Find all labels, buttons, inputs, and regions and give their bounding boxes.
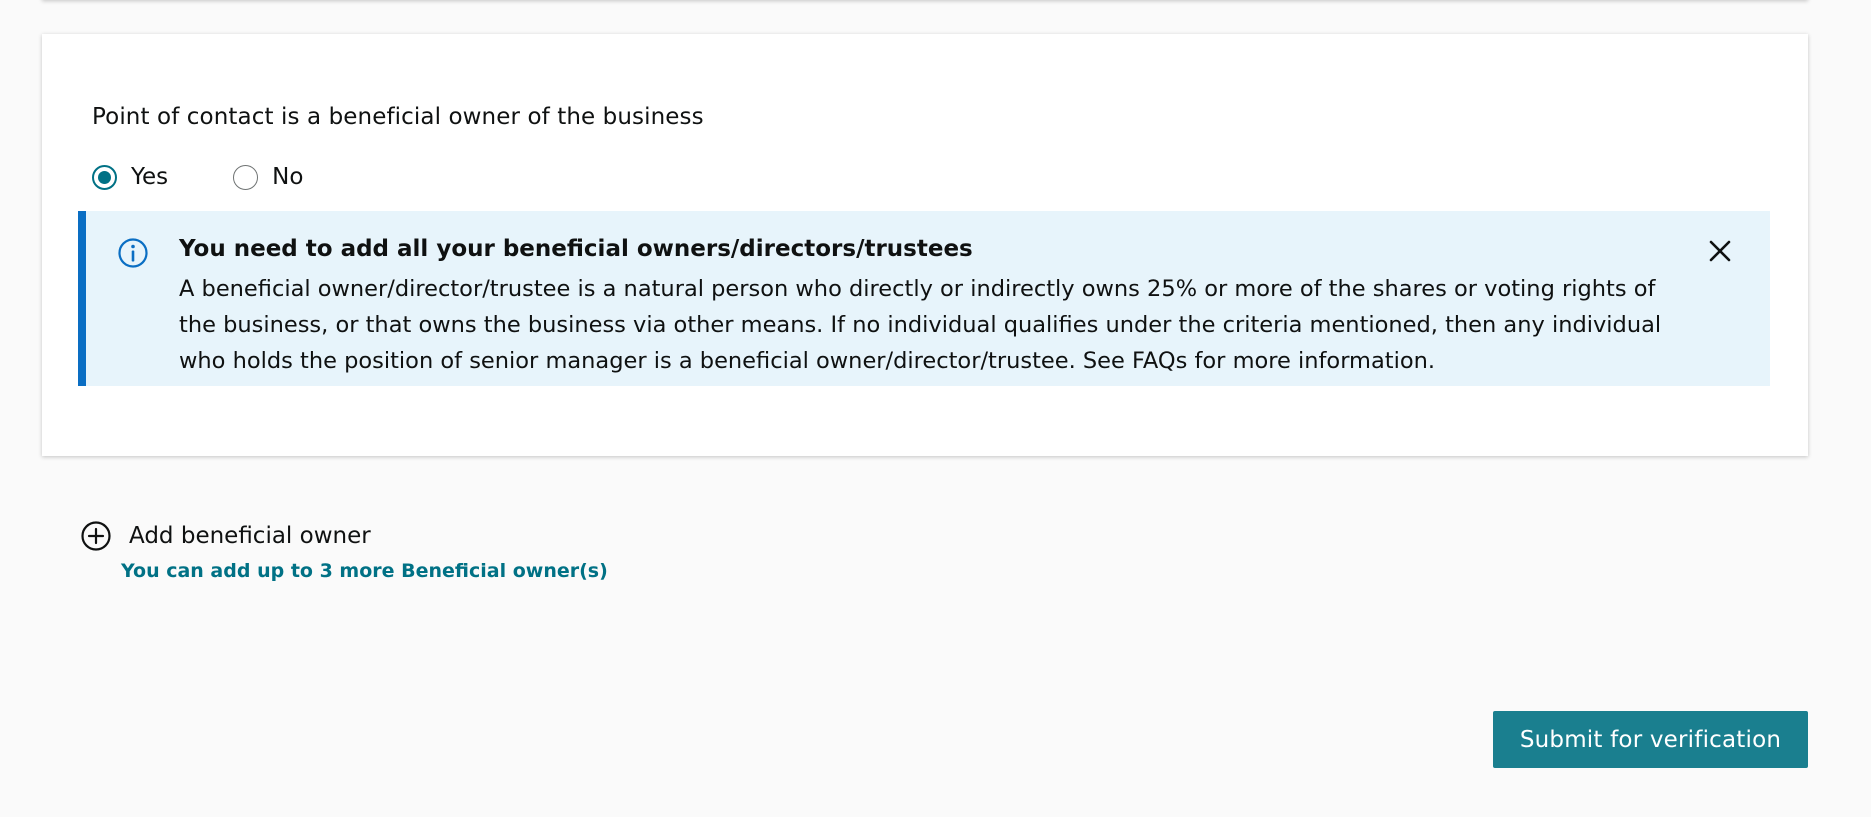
alert-title: You need to add all your beneficial owne… [179, 236, 973, 262]
info-alert: You need to add all your beneficial owne… [78, 211, 1770, 386]
alert-body: A beneficial owner/director/trustee is a… [179, 276, 1662, 374]
add-beneficial-owner-label: Add beneficial owner [129, 523, 371, 549]
beneficial-owner-card: Point of contact is a beneficial owner o… [42, 34, 1808, 456]
radio-label-no: No [272, 164, 304, 190]
submit-for-verification-button[interactable]: Submit for verification [1493, 711, 1808, 768]
radio-option-no[interactable]: No [233, 164, 303, 190]
add-owner-limit-hint: You can add up to 3 more Beneficial owne… [121, 560, 608, 582]
plus-circle-icon [81, 521, 111, 551]
radio-label-yes: Yes [131, 164, 169, 190]
radio-option-yes[interactable]: Yes [92, 164, 168, 190]
info-icon [118, 238, 148, 268]
radio-button-no[interactable] [233, 164, 259, 190]
beneficial-owner-question: Point of contact is a beneficial owner o… [92, 104, 704, 130]
radio-selected-dot [98, 170, 111, 184]
beneficial-owner-radio-group: Yes No [92, 160, 303, 194]
add-beneficial-owner-button[interactable]: Add beneficial owner [80, 520, 371, 552]
radio-button-yes[interactable] [92, 164, 117, 190]
close-icon[interactable] [1706, 237, 1734, 265]
